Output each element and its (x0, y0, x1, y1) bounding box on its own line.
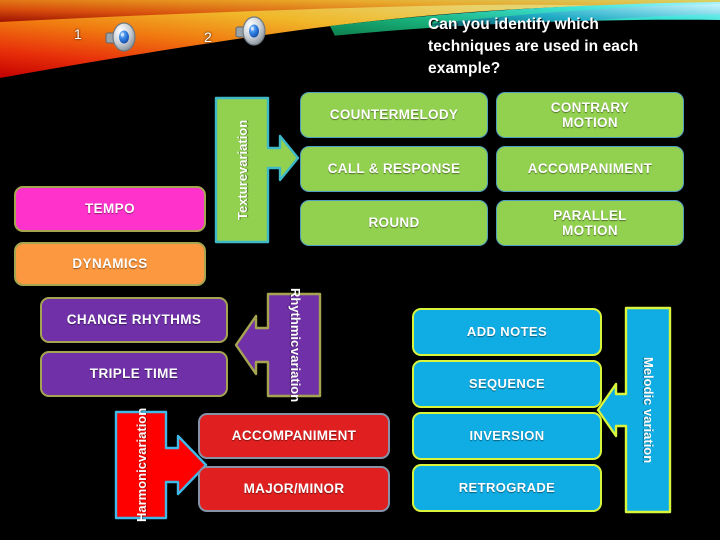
speaker-icon-2[interactable] (234, 14, 268, 48)
rhythmic-variation-label: Rhythmic variation (270, 288, 320, 401)
speaker-icon-1[interactable] (104, 20, 138, 54)
technique-box-sequence[interactable]: SEQUENCE (412, 360, 602, 408)
technique-box-retrograde[interactable]: RETROGRADE (412, 464, 602, 512)
technique-box-accompaniment-texture[interactable]: ACCOMPANIMENT (496, 146, 684, 192)
slide-canvas: 1 2 Can you identify which techniques ar… (0, 0, 720, 540)
melodic-variation-label-text: Melodic variation (641, 356, 657, 464)
technique-box-call-and-response[interactable]: CALL & RESPONSE (300, 146, 488, 192)
texture-variation-callout[interactable]: Texture variation (214, 96, 300, 244)
harmonic-variation-label-line-1: Harmonic (133, 462, 149, 523)
question-line-3: example? (428, 60, 501, 78)
rhythmic-variation-label-line-2: variation (288, 347, 304, 402)
technique-box-triple-time[interactable]: TRIPLE TIME (40, 351, 228, 397)
harmonic-variation-label-line-2: variation (133, 407, 149, 463)
audio-clip-number-2: 2 (204, 29, 212, 45)
technique-box-contrary-motion[interactable]: CONTRARY MOTION (496, 92, 684, 138)
parallel-motion-line-2: MOTION (562, 223, 618, 238)
texture-variation-label-line-1: Texture (234, 174, 250, 221)
technique-box-round[interactable]: ROUND (300, 200, 488, 246)
technique-box-major-minor[interactable]: MAJOR/MINOR (198, 466, 390, 512)
technique-box-accompaniment-harmonic[interactable]: ACCOMPANIMENT (198, 413, 390, 459)
question-line-2: techniques are used in each (428, 38, 639, 56)
technique-box-inversion[interactable]: INVERSION (412, 412, 602, 460)
rhythmic-variation-callout[interactable]: Rhythmic variation (234, 288, 322, 402)
melodic-variation-callout[interactable]: Melodic variation (596, 306, 672, 514)
audio-clip-number-1: 1 (74, 26, 82, 42)
contrary-motion-line-2: MOTION (562, 115, 618, 130)
parallel-motion-line-1: PARALLEL (553, 207, 627, 223)
technique-box-change-rhythms[interactable]: CHANGE RHYTHMS (40, 297, 228, 343)
harmonic-variation-label: Harmonic variation (118, 408, 166, 522)
question-line-1: Can you identify which (428, 16, 599, 33)
harmonic-variation-callout[interactable]: Harmonic variation (114, 408, 210, 522)
texture-variation-label: Texture variation (220, 98, 266, 242)
technique-box-countermelody[interactable]: COUNTERMELODY (300, 92, 488, 138)
technique-box-parallel-motion[interactable]: PARALLEL MOTION (496, 200, 684, 246)
melodic-variation-label: Melodic variation (626, 308, 670, 512)
question-text: Can you identify which techniques are us… (428, 14, 708, 80)
technique-box-tempo[interactable]: TEMPO (14, 186, 206, 232)
rhythmic-variation-label-line-1: Rhythmic (288, 288, 304, 348)
technique-box-dynamics[interactable]: DYNAMICS (14, 242, 206, 286)
contrary-motion-line-1: CONTRARY (550, 99, 630, 115)
texture-variation-label-line-2: variation (234, 119, 250, 175)
technique-box-add-notes[interactable]: ADD NOTES (412, 308, 602, 356)
